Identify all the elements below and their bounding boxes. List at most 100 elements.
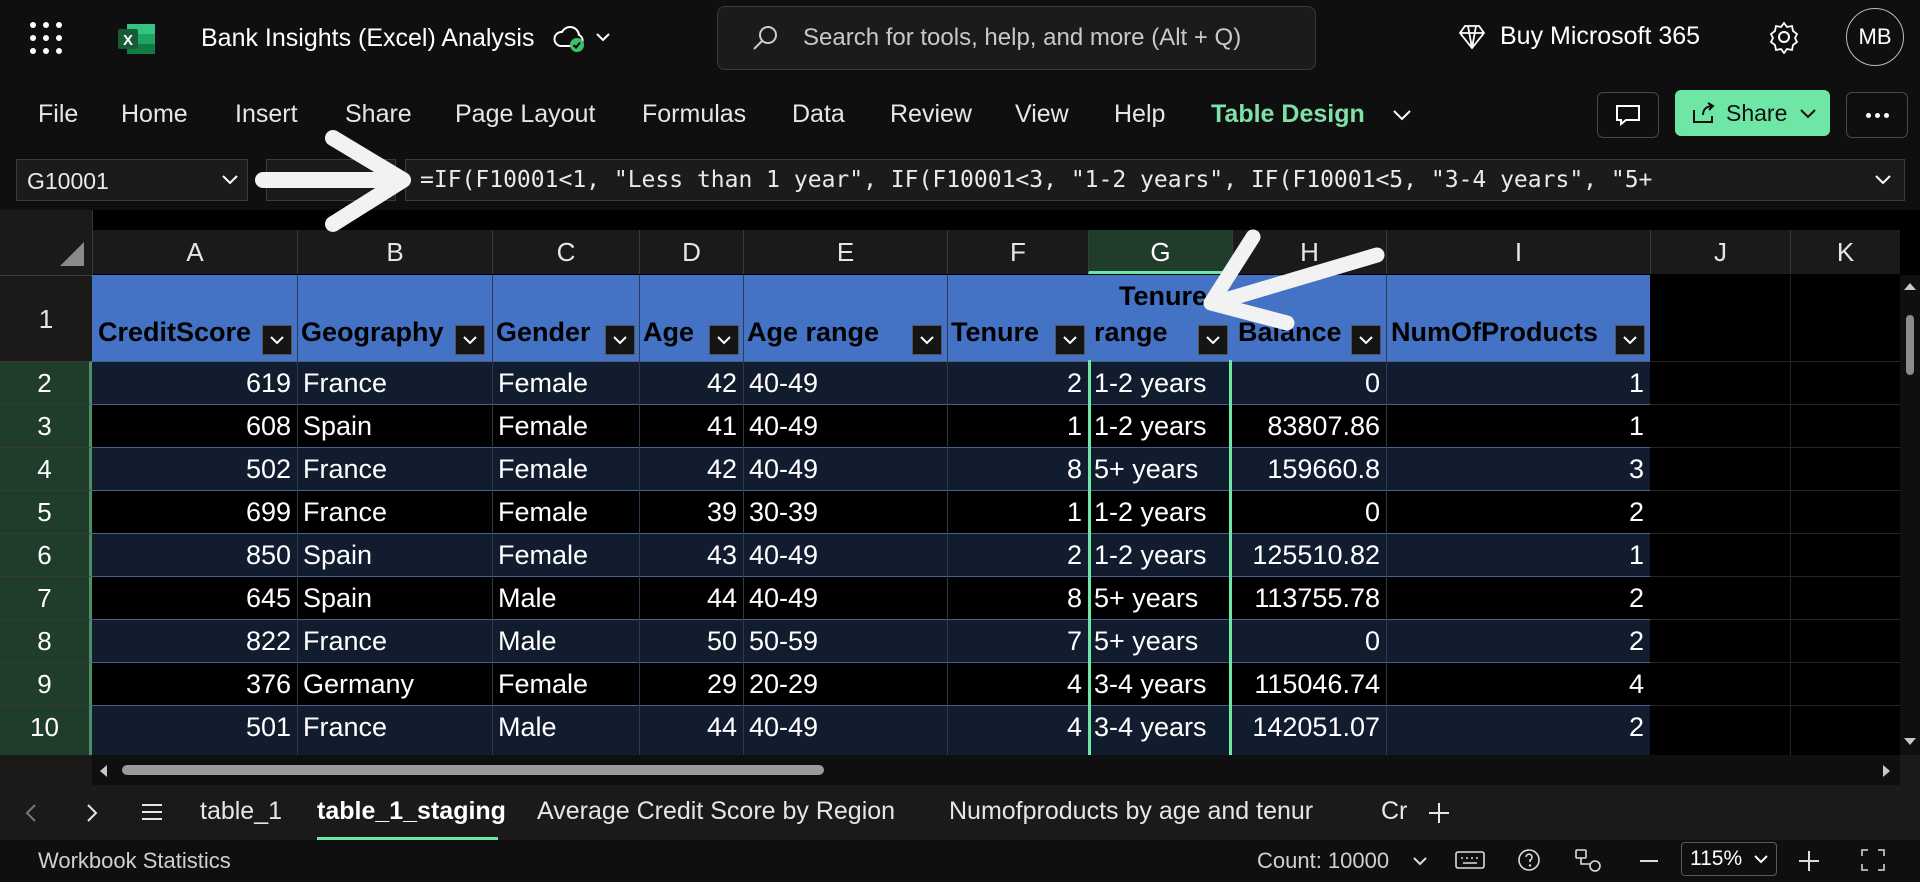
next-sheet-icon[interactable] [86,803,98,823]
filter-dropdown-geography[interactable] [455,325,485,355]
cell-age[interactable]: 42 [639,362,743,404]
filter-dropdown-age[interactable] [709,325,739,355]
cell-age[interactable]: 39 [639,491,743,533]
cell-gender[interactable]: Male [492,577,639,619]
sheet-tab-numofproducts[interactable]: Numofproducts by age and tenur [949,797,1313,826]
cell-creditscore[interactable]: 619 [92,362,297,404]
cell-numofproducts[interactable]: 1 [1386,405,1650,447]
cell-geography[interactable]: France [297,620,492,662]
more-options-button[interactable] [1846,92,1908,138]
cell-creditscore[interactable]: 822 [92,620,297,662]
cell-age-range[interactable]: 40-49 [743,706,947,748]
header-gender[interactable]: Gender [496,317,591,348]
cell-tenure[interactable]: 4 [947,663,1088,705]
tab-table-design[interactable]: Table Design [1211,100,1365,129]
cell-age[interactable]: 44 [639,706,743,748]
cell-tenure[interactable]: 1 [947,491,1088,533]
comments-button[interactable] [1597,92,1659,138]
row-header-10[interactable]: 10 [0,705,92,755]
spreadsheet-grid[interactable]: A B C D E F G H I J K 1 2 3 4 5 6 7 8 9 … [0,210,1920,755]
cell-geography[interactable]: France [297,448,492,490]
filter-dropdown-age-range[interactable] [912,325,942,355]
header-numofproducts[interactable]: NumOfProducts [1391,317,1598,348]
cell-age-range[interactable]: 20-29 [743,663,947,705]
sheet-tab-truncated[interactable]: Cr [1381,797,1408,826]
row-header-7[interactable]: 7 [0,576,92,619]
cell-gender[interactable]: Male [492,706,639,748]
row-header-4[interactable]: 4 [0,447,92,490]
cell-geography[interactable]: France [297,362,492,404]
cell-age[interactable]: 29 [639,663,743,705]
cell-balance[interactable]: 0 [1232,620,1386,662]
cell-creditscore[interactable]: 608 [92,405,297,447]
cell-balance[interactable]: 113755.78 [1232,577,1386,619]
select-all-corner[interactable] [0,210,93,275]
cell-age-range[interactable]: 40-49 [743,362,947,404]
column-header-g[interactable]: G [1088,230,1232,274]
column-header-b[interactable]: B [297,230,492,274]
cell-geography[interactable]: Spain [297,534,492,576]
header-balance[interactable]: Balance [1238,317,1342,348]
cell-age-range[interactable]: 40-49 [743,577,947,619]
cell-age-range[interactable]: 50-59 [743,620,947,662]
column-header-a[interactable]: A [92,230,297,274]
cell-age[interactable]: 44 [639,577,743,619]
cell-geography[interactable]: Spain [297,405,492,447]
filter-dropdown-balance[interactable] [1351,325,1381,355]
cell-gender[interactable]: Female [492,491,639,533]
cell-tenure[interactable]: 2 [947,362,1088,404]
row-header-3[interactable]: 3 [0,404,92,447]
column-header-j[interactable]: J [1650,230,1790,274]
column-header-d[interactable]: D [639,230,743,274]
column-header-i[interactable]: I [1386,230,1650,274]
horizontal-scroll-thumb[interactable] [122,765,824,775]
formula-input[interactable]: =IF(F10001<1, "Less than 1 year", IF(F10… [405,159,1905,201]
cell-balance[interactable]: 0 [1232,362,1386,404]
zoom-in-icon[interactable] [1798,850,1820,872]
column-header-c[interactable]: C [492,230,639,274]
tab-page-layout[interactable]: Page Layout [455,100,595,129]
scroll-down-icon[interactable] [1903,737,1917,747]
column-header-h[interactable]: H [1232,230,1386,274]
ribbon-more-chevron-icon[interactable] [1391,107,1413,123]
empty-cells-area[interactable] [1650,275,1900,755]
header-age-range[interactable]: Age range [747,317,879,348]
cell-geography[interactable]: Germany [297,663,492,705]
header-tenure-range-line1[interactable]: Tenure [1094,275,1232,317]
cell-gender[interactable]: Female [492,663,639,705]
cell-gender[interactable]: Female [492,534,639,576]
header-tenure-range-line2[interactable]: range [1094,317,1168,348]
cell-balance[interactable]: 115046.74 [1232,663,1386,705]
cell-balance[interactable]: 159660.8 [1232,448,1386,490]
cell-balance[interactable]: 0 [1232,491,1386,533]
chevron-down-icon[interactable] [1412,856,1428,866]
cell-numofproducts[interactable]: 2 [1386,577,1650,619]
cell-gender[interactable]: Male [492,620,639,662]
tab-review[interactable]: Review [890,100,972,129]
name-box[interactable]: G10001 [16,159,248,201]
cell-gender[interactable]: Female [492,448,639,490]
scroll-left-icon[interactable] [98,764,108,778]
cell-tenure[interactable]: 7 [947,620,1088,662]
user-avatar[interactable]: MB [1846,8,1904,66]
cell-geography[interactable]: Spain [297,577,492,619]
selection-count[interactable]: Count: 10000 [1257,848,1389,874]
header-tenure[interactable]: Tenure [951,317,1039,348]
cell-numofproducts[interactable]: 3 [1386,448,1650,490]
zoom-level-select[interactable]: 115% [1681,842,1777,876]
header-age[interactable]: Age [643,317,694,348]
cell-age-range[interactable]: 40-49 [743,405,947,447]
cell-numofproducts[interactable]: 2 [1386,491,1650,533]
expand-formula-chevron-icon[interactable] [1874,174,1892,186]
scroll-up-icon[interactable] [1903,281,1917,291]
cell-creditscore[interactable]: 502 [92,448,297,490]
fullscreen-icon[interactable] [1860,848,1886,872]
horizontal-scrollbar[interactable] [92,755,1900,785]
cell-creditscore[interactable]: 501 [92,706,297,748]
cell-tenure[interactable]: 2 [947,534,1088,576]
accessibility-icon[interactable] [1574,848,1602,874]
filter-dropdown-numofproducts[interactable] [1615,325,1645,355]
row-header-2[interactable]: 2 [0,361,92,404]
tab-view[interactable]: View [1015,100,1069,129]
cell-numofproducts[interactable]: 2 [1386,620,1650,662]
